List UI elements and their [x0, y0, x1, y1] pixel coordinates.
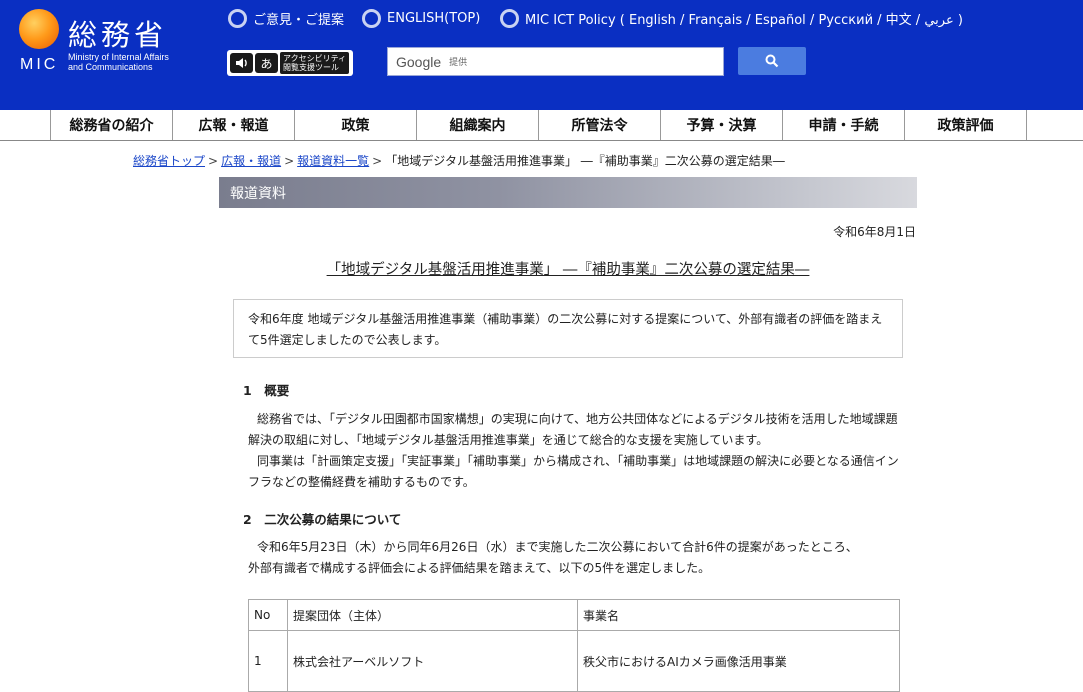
global-nav: 総務省の紹介 広報・報道 政策 組織案内 所管法令 予算・決算 申請・手続 政策…: [0, 110, 1083, 141]
mic-ict-policy-link-label: MIC ICT Policy ( English / Français / Es…: [525, 12, 963, 28]
opinion-link[interactable]: ご意見・ご提案: [228, 8, 344, 28]
opinion-link-label: ご意見・ご提案: [253, 12, 345, 28]
breadcrumb-separator: >: [208, 154, 219, 168]
logo-abbr: MIC: [20, 56, 59, 73]
section1-paragraph-2: 同事業は「計画策定支援」「実証事業」「補助事業」から構成され、「補助事業」は地域…: [248, 454, 899, 489]
table-header-row: No 提案団体（主体） 事業名: [248, 599, 900, 631]
section1-heading: 1 概要: [243, 383, 290, 398]
radio-bullet-icon: [228, 8, 247, 28]
site-header: 総務省 MIC Ministry of Internal Affairs and…: [0, 0, 1083, 110]
breadcrumb-separator: >: [372, 154, 383, 168]
radio-bullet-icon: [362, 8, 381, 28]
release-date: 令和6年8月1日: [833, 225, 916, 239]
breadcrumb-current: 「地域デジタル基盤活用推進事業」 ―『補助事業』二次公募の選定結果―: [385, 154, 785, 168]
section2-paragraph-1: 令和6年5月23日（木）から同年6月26日（水）まで実施した二次公募において合計…: [257, 540, 858, 554]
table-cell-project: 秩父市におけるAIカメラ画像活用事業: [577, 630, 900, 692]
logo-kanji: 総務省: [68, 18, 168, 52]
section2-paragraph-2: 外部有識者で構成する評価会による評価結果を踏まえて、以下の5件を選定しました。: [248, 561, 711, 575]
nav-budget[interactable]: 予算・決算: [660, 110, 782, 140]
english-top-link-label: ENGLISH(TOP): [387, 10, 481, 26]
speaker-icon: [230, 53, 253, 73]
accessibility-tool-button[interactable]: あ アクセシビリティ 閲覧支援ツール: [227, 50, 353, 76]
breadcrumb-link-press[interactable]: 広報・報道: [221, 154, 281, 168]
breadcrumb-link-press-list[interactable]: 報道資料一覧: [297, 154, 369, 168]
google-brand: Google: [396, 53, 442, 70]
breadcrumb-link-top[interactable]: 総務省トップ: [133, 154, 205, 168]
summary-box: 令和6年度 地域デジタル基盤活用推進事業（補助事業）の二次公募に対する提案につい…: [233, 299, 903, 358]
logo-english: Ministry of Internal Affairs and Communi…: [68, 52, 169, 72]
mic-ict-policy-link[interactable]: MIC ICT Policy ( English / Français / Es…: [500, 8, 963, 28]
table-cell-org: 株式会社アーベルソフト: [287, 630, 578, 692]
accessibility-label: アクセシビリティ 閲覧支援ツール: [280, 52, 350, 74]
radio-bullet-icon: [500, 8, 519, 28]
section-label: 報道資料: [230, 185, 286, 202]
table-header-org: 提案団体（主体）: [287, 599, 578, 631]
summary-text: 令和6年度 地域デジタル基盤活用推進事業（補助事業）の二次公募に対する提案につい…: [248, 312, 883, 347]
table-cell-no: 1: [248, 630, 288, 692]
search-button[interactable]: [738, 47, 806, 75]
selection-results-table: No 提案団体（主体） 事業名 1 株式会社アーベルソフト 秩父市におけるAIカ…: [248, 599, 900, 692]
logo-english-line2: and Communications: [68, 62, 153, 72]
section2-heading: 2 二次公募の結果について: [243, 512, 402, 527]
logo-english-line1: Ministry of Internal Affairs: [68, 52, 169, 62]
nav-organization[interactable]: 組織案内: [416, 110, 538, 140]
accessibility-label-line1: アクセシビリティ: [283, 54, 347, 63]
hiragana-a-icon: あ: [255, 53, 278, 73]
search-icon: [765, 54, 779, 68]
accessibility-label-line2: 閲覧支援ツール: [283, 63, 339, 72]
search-input[interactable]: Google 提供: [387, 47, 724, 76]
table-row: 1 株式会社アーベルソフト 秩父市におけるAIカメラ画像活用事業: [248, 630, 900, 692]
nav-laws[interactable]: 所管法令: [538, 110, 660, 140]
table-header-project: 事業名: [577, 599, 900, 631]
logo-sun-icon: [19, 9, 59, 49]
table-header-no: No: [248, 599, 288, 631]
section-label-bar: 報道資料: [219, 177, 917, 208]
nav-policy-evaluation[interactable]: 政策評価: [904, 110, 1027, 140]
nav-policy[interactable]: 政策: [294, 110, 416, 140]
nav-press[interactable]: 広報・報道: [172, 110, 294, 140]
nav-about[interactable]: 総務省の紹介: [50, 110, 172, 140]
breadcrumb-separator: >: [284, 154, 295, 168]
mic-logo[interactable]: 総務省 MIC Ministry of Internal Affairs and…: [18, 8, 208, 78]
search-provided-label: 提供: [449, 58, 468, 68]
english-top-link[interactable]: ENGLISH(TOP): [362, 8, 480, 28]
section1-paragraph-1: 総務省では、「デジタル田園都市国家構想」の実現に向けて、地方公共団体などによるデ…: [248, 412, 898, 447]
breadcrumb: 総務省トップ > 広報・報道 > 報道資料一覧 > 「地域デジタル基盤活用推進事業」 ―『補…: [133, 152, 785, 169]
nav-applications[interactable]: 申請・手続: [782, 110, 904, 140]
page-title: 「地域デジタル基盤活用推進事業」 ―『補助事業』二次公募の選定結果―: [326, 262, 810, 278]
